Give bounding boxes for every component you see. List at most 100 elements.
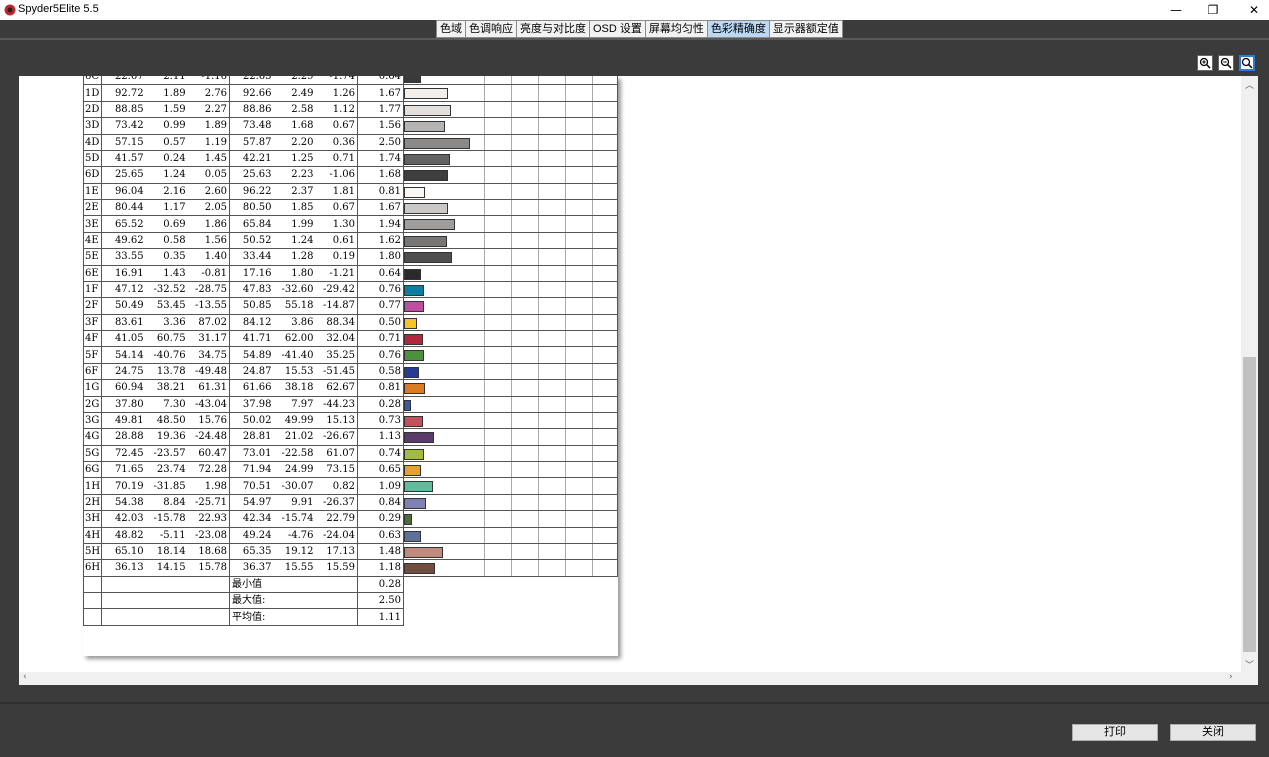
delta-e-bar-cell — [402, 395, 619, 413]
tab-1[interactable]: 色调响应 — [466, 20, 517, 38]
lab-value: 80.50 — [229, 198, 274, 217]
delta-e-bar — [403, 366, 420, 378]
tab-6[interactable]: 显示器额定值 — [769, 20, 843, 38]
zoom-fit-icon[interactable] — [1239, 55, 1255, 71]
delta-e-bar-cell — [402, 477, 619, 495]
close-button[interactable]: 关闭 — [1170, 724, 1256, 741]
delta-e-bar — [403, 465, 422, 476]
lab-value: -24.48 — [187, 428, 231, 446]
lab-value: 1.19 — [187, 133, 231, 151]
lab-value: 33.55 — [101, 248, 146, 266]
tab-0[interactable]: 色域 — [436, 20, 466, 38]
patch-id: 6F — [82, 362, 103, 381]
grid-line — [537, 511, 539, 527]
grid-line — [510, 347, 512, 363]
lab-value: -31.85 — [145, 477, 188, 495]
table-row: 2H 54.38 8.84 -25.71 54.97 9.91 -26.37 0.84 — [82, 493, 619, 512]
delta-e-bar — [403, 334, 423, 345]
grid-line — [564, 511, 566, 527]
lab-value: -32.60 — [273, 280, 316, 299]
table-row: 6H 36.13 14.15 15.78 36.37 15.55 15.59 1.18 — [82, 559, 619, 577]
grid-line — [591, 511, 593, 527]
report-view[interactable]: 6C 22.67 2.11 -1.16 22.63 2.29 -1.74 0.64 1D 92.7… — [19, 76, 1258, 685]
lab-value: -1.06 — [315, 166, 358, 184]
delta-e-bar — [403, 399, 412, 411]
patch-id: 5F — [82, 346, 103, 364]
print-button[interactable]: 打印 — [1072, 724, 1158, 741]
scroll-right-icon[interactable]: › — [1229, 672, 1233, 682]
lab-value: 19.36 — [145, 428, 188, 446]
grid-line — [483, 85, 485, 101]
grid-line — [537, 167, 539, 183]
scroll-up-icon[interactable]: ︿ — [1245, 78, 1254, 91]
scroll-down-icon[interactable]: ﹀ — [1245, 658, 1254, 671]
lab-value: 36.37 — [229, 559, 274, 577]
grid-line — [537, 134, 539, 150]
grid-line — [564, 543, 566, 560]
grid-line — [591, 412, 593, 429]
lab-value: -25.71 — [187, 493, 231, 512]
lab-value: 0.05 — [187, 166, 231, 184]
tab-4[interactable]: 屏幕均匀性 — [645, 20, 708, 38]
vertical-scroll-thumb[interactable] — [1243, 357, 1256, 652]
lab-value: 38.21 — [145, 379, 188, 397]
horizontal-scrollbar[interactable]: ‹ › — [19, 672, 1241, 685]
delta-e-value: 0.73 — [357, 411, 404, 430]
grid-line — [537, 412, 539, 429]
zoom-out-icon[interactable] — [1218, 55, 1234, 71]
grid-line — [564, 134, 566, 150]
patch-id: 4D — [82, 133, 103, 151]
patch-id: 5D — [82, 149, 103, 168]
table-row: 2G 37.80 7.30 -43.04 37.98 7.97 -44.23 0.28 — [82, 395, 619, 413]
grid-line — [510, 445, 512, 461]
delta-e-value: 0.63 — [357, 526, 404, 544]
zoom-in-icon[interactable] — [1197, 55, 1213, 71]
grid-line — [483, 281, 485, 298]
grid-line — [591, 183, 593, 199]
lab-value: 2.05 — [187, 198, 231, 217]
lab-value: 0.35 — [145, 248, 188, 266]
tab-3[interactable]: OSD 设置 — [590, 20, 646, 38]
footer-divider — [0, 702, 1269, 704]
lab-value: -26.37 — [315, 493, 358, 512]
grid-line — [537, 183, 539, 199]
lab-value: 65.84 — [229, 215, 274, 233]
delta-e-bar-cell — [402, 428, 619, 446]
lab-value: -13.55 — [187, 297, 231, 315]
lab-value: 60.94 — [101, 379, 146, 397]
delta-e-bar-cell — [402, 411, 619, 430]
grid-line — [483, 183, 485, 199]
delta-e-bar-cell — [402, 248, 619, 266]
table-row: 4H 48.82 -5.11 -23.08 49.24 -4.76 -24.04 0.63 — [82, 526, 619, 544]
lab-value: 38.18 — [273, 379, 316, 397]
patch-id: 2F — [82, 297, 103, 315]
grid-line — [510, 560, 512, 576]
delta-e-bar-cell — [402, 280, 619, 299]
delta-e-bar — [403, 383, 426, 395]
grid-line — [483, 494, 485, 511]
summary-label: 最小值 — [229, 575, 358, 594]
lab-value: 61.31 — [187, 379, 231, 397]
close-window-button[interactable]: ✕ — [1231, 0, 1269, 20]
grid-line — [483, 478, 485, 494]
scroll-left-icon[interactable]: ‹ — [23, 672, 27, 682]
grid-line — [591, 527, 593, 543]
lab-value: 57.15 — [101, 133, 146, 151]
grid-line — [510, 200, 512, 216]
patch-id: 5E — [82, 248, 103, 266]
grid-line — [537, 445, 539, 461]
delta-e-bar-cell — [402, 215, 619, 233]
tab-2[interactable]: 亮度与对比度 — [517, 20, 590, 38]
grid-line — [591, 216, 593, 232]
tab-5[interactable]: 色彩精确度 — [707, 20, 770, 38]
lab-value: 92.72 — [101, 84, 146, 102]
grid-line — [483, 101, 485, 118]
grid-line — [510, 249, 512, 265]
grid-line — [510, 265, 512, 281]
grid-line — [537, 331, 539, 347]
delta-e-value: 0.76 — [357, 280, 404, 299]
restore-button[interactable]: ❐ — [1190, 0, 1236, 20]
vertical-scrollbar[interactable]: ︿ ﹀ — [1241, 76, 1258, 672]
grid-line — [483, 265, 485, 281]
lab-value: 0.36 — [315, 133, 358, 151]
